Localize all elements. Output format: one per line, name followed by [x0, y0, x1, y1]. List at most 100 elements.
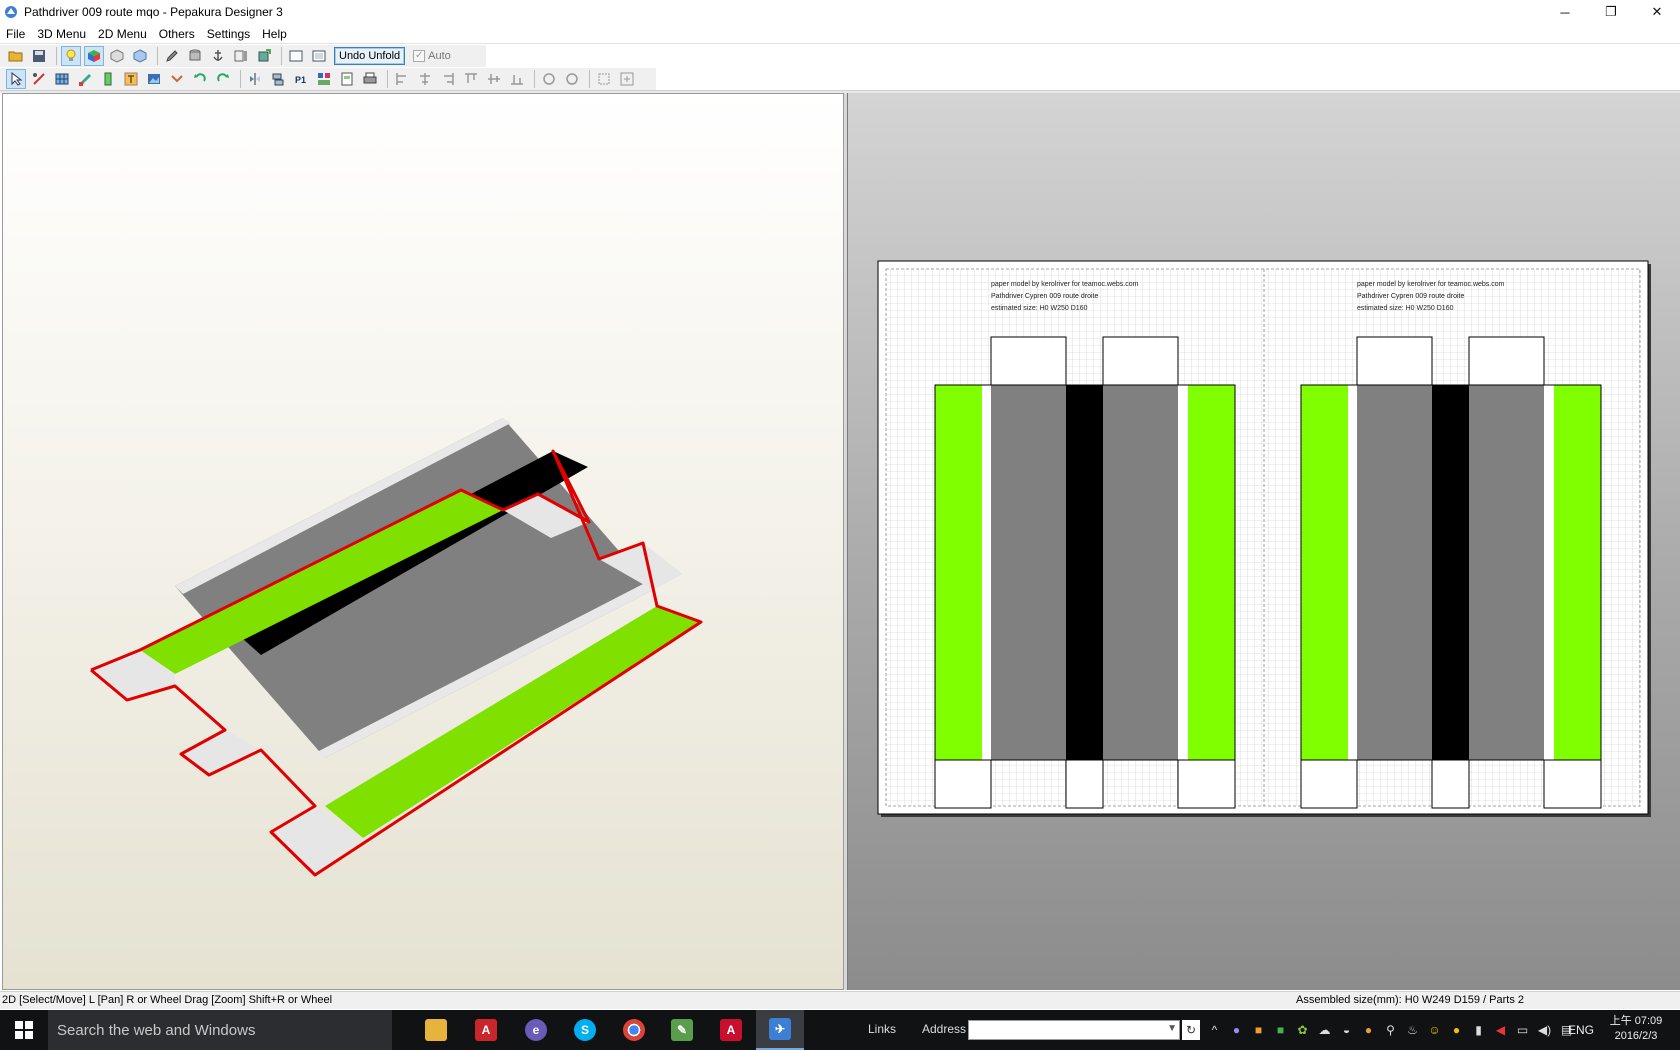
taskbar-clock[interactable]: 上午 07:09 2016/2/3: [1606, 1014, 1666, 1044]
cylinder-icon[interactable]: [185, 46, 205, 66]
close-button[interactable]: ✕: [1634, 0, 1680, 24]
part-bottom-flap: [1300, 759, 1358, 809]
unfolded-part-2[interactable]: [1300, 336, 1602, 809]
align-right-icon[interactable]: [438, 69, 458, 89]
rotate-left-icon[interactable]: [190, 69, 210, 89]
menu-2d[interactable]: 2D Menu: [92, 24, 153, 44]
split-pane-icon[interactable]: [309, 46, 329, 66]
toolbar-separator: [589, 70, 590, 88]
3d-model-canvas[interactable]: [3, 94, 845, 991]
menu-others[interactable]: Others: [153, 24, 201, 44]
rotate-90-right-icon[interactable]: [562, 69, 582, 89]
align-top-icon[interactable]: [461, 69, 481, 89]
join-icon[interactable]: [167, 69, 187, 89]
arrange-pieces-icon[interactable]: [314, 69, 334, 89]
battery-icon[interactable]: ▮: [1470, 1022, 1487, 1039]
chevron-up-icon[interactable]: ^: [1206, 1022, 1223, 1039]
select-arrow-icon[interactable]: [6, 69, 26, 89]
network-icon[interactable]: ▭: [1514, 1022, 1531, 1039]
pepakura-taskbar-button[interactable]: ✈: [756, 1010, 804, 1050]
export-3d-icon[interactable]: [254, 46, 274, 66]
fit-all-icon[interactable]: [617, 69, 637, 89]
fit-selection-icon[interactable]: [594, 69, 614, 89]
tray-app-icon[interactable]: ■: [1272, 1022, 1289, 1039]
usb-icon[interactable]: ⚲: [1382, 1022, 1399, 1039]
open-folder-icon[interactable]: [6, 46, 26, 66]
links-toolbar-label[interactable]: Links: [868, 1022, 896, 1036]
align-center-icon[interactable]: [415, 69, 435, 89]
flap-icon[interactable]: [98, 69, 118, 89]
refresh-icon[interactable]: ↻: [1182, 1020, 1200, 1040]
rotate-right-icon[interactable]: [213, 69, 233, 89]
anchor-icon[interactable]: [208, 46, 228, 66]
tray-app-icon[interactable]: ■: [1250, 1022, 1267, 1039]
menu-help[interactable]: Help: [256, 24, 293, 44]
part-top-flap: [990, 336, 1067, 386]
tray-app-icon[interactable]: ✿: [1294, 1022, 1311, 1039]
page-number-icon[interactable]: P1: [291, 69, 311, 89]
center-stripe: [1432, 385, 1469, 760]
tray-app-icon[interactable]: ●: [1448, 1022, 1465, 1039]
unfolded-part-1[interactable]: [934, 336, 1236, 809]
undo-unfold-button[interactable]: Undo Unfold: [334, 47, 406, 65]
start-button[interactable]: [0, 1010, 48, 1050]
menu-file[interactable]: File: [0, 24, 31, 44]
address-input[interactable]: ▼: [968, 1020, 1180, 1040]
language-indicator[interactable]: ENG: [1568, 1023, 1594, 1037]
2d-view-panel[interactable]: paper model by kerolriver for teamoc.web…: [847, 93, 1680, 990]
mute-icon[interactable]: ◀: [1492, 1022, 1509, 1039]
status-assembled-size: Assembled size(mm): H0 W249 D159 / Parts…: [1296, 994, 1525, 1006]
align-middle-icon[interactable]: [484, 69, 504, 89]
box-blue-icon[interactable]: [130, 46, 150, 66]
autocad-taskbar-button[interactable]: A: [462, 1010, 510, 1050]
volume-icon[interactable]: ◀): [1536, 1022, 1553, 1039]
paper-model-name-text: Pathdriver Cypren 009 route droite: [991, 293, 1098, 300]
cloud-icon[interactable]: ☁: [1316, 1022, 1333, 1039]
tray-app-icon[interactable]: ◒: [1338, 1022, 1355, 1039]
text-box-icon[interactable]: [121, 69, 141, 89]
menu-settings[interactable]: Settings: [201, 24, 256, 44]
paper-credit-text: paper model by kerolriver for teamoc.web…: [1357, 281, 1505, 288]
restore-button[interactable]: ❐: [1588, 0, 1634, 24]
mirror-icon[interactable]: [245, 69, 265, 89]
file-explorer-taskbar-button[interactable]: [412, 1010, 460, 1050]
box-outline-icon[interactable]: [107, 46, 127, 66]
3d-view-panel[interactable]: [2, 93, 844, 990]
window-title: Pathdriver 009 route mqo - Pepakura Desi…: [24, 5, 283, 19]
align-bottom-icon[interactable]: [507, 69, 527, 89]
align-left-icon[interactable]: [392, 69, 412, 89]
edge-tool-icon[interactable]: [29, 69, 49, 89]
clock-time: 上午 07:09: [1609, 1015, 1663, 1027]
tray-app-icon[interactable]: ●: [1228, 1022, 1245, 1039]
app-taskbar-button[interactable]: e: [512, 1010, 560, 1050]
menu-3d[interactable]: 3D Menu: [31, 24, 92, 44]
dropdown-chevron-icon[interactable]: ▼: [1167, 1023, 1177, 1034]
lightbulb-icon[interactable]: [61, 46, 81, 66]
paint-icon[interactable]: [75, 69, 95, 89]
chrome-taskbar-button[interactable]: [610, 1010, 658, 1050]
tray-app-icon[interactable]: ♨: [1404, 1022, 1421, 1039]
tray-app-icon[interactable]: ☺: [1426, 1022, 1443, 1039]
auto-checkbox[interactable]: ✓ Auto: [409, 50, 455, 62]
2d-layout-canvas[interactable]: paper model by kerolriver for teamoc.web…: [848, 93, 1680, 990]
rotate-90-left-icon[interactable]: [539, 69, 559, 89]
app-taskbar-button[interactable]: ✎: [658, 1010, 706, 1050]
layout-icon[interactable]: [231, 46, 251, 66]
grid-icon[interactable]: [52, 69, 72, 89]
align-icon[interactable]: [268, 69, 288, 89]
center-stripe: [1066, 385, 1103, 760]
minimize-button[interactable]: ─: [1542, 0, 1588, 24]
save-icon[interactable]: [29, 46, 49, 66]
pencil-icon[interactable]: [162, 46, 182, 66]
single-pane-icon[interactable]: [286, 46, 306, 66]
taskbar-search-box[interactable]: Search the web and Windows: [48, 1010, 392, 1050]
skype-taskbar-button[interactable]: S: [561, 1010, 609, 1050]
image-icon[interactable]: [144, 69, 164, 89]
page-settings-icon[interactable]: [337, 69, 357, 89]
texture-cube-icon[interactable]: [84, 46, 104, 66]
acrobat-taskbar-button[interactable]: A: [707, 1010, 755, 1050]
pepakura-app-icon: [5, 6, 17, 18]
part-bottom-flap: [1543, 759, 1602, 809]
tray-app-icon[interactable]: ●: [1360, 1022, 1377, 1039]
print-icon[interactable]: [360, 69, 380, 89]
